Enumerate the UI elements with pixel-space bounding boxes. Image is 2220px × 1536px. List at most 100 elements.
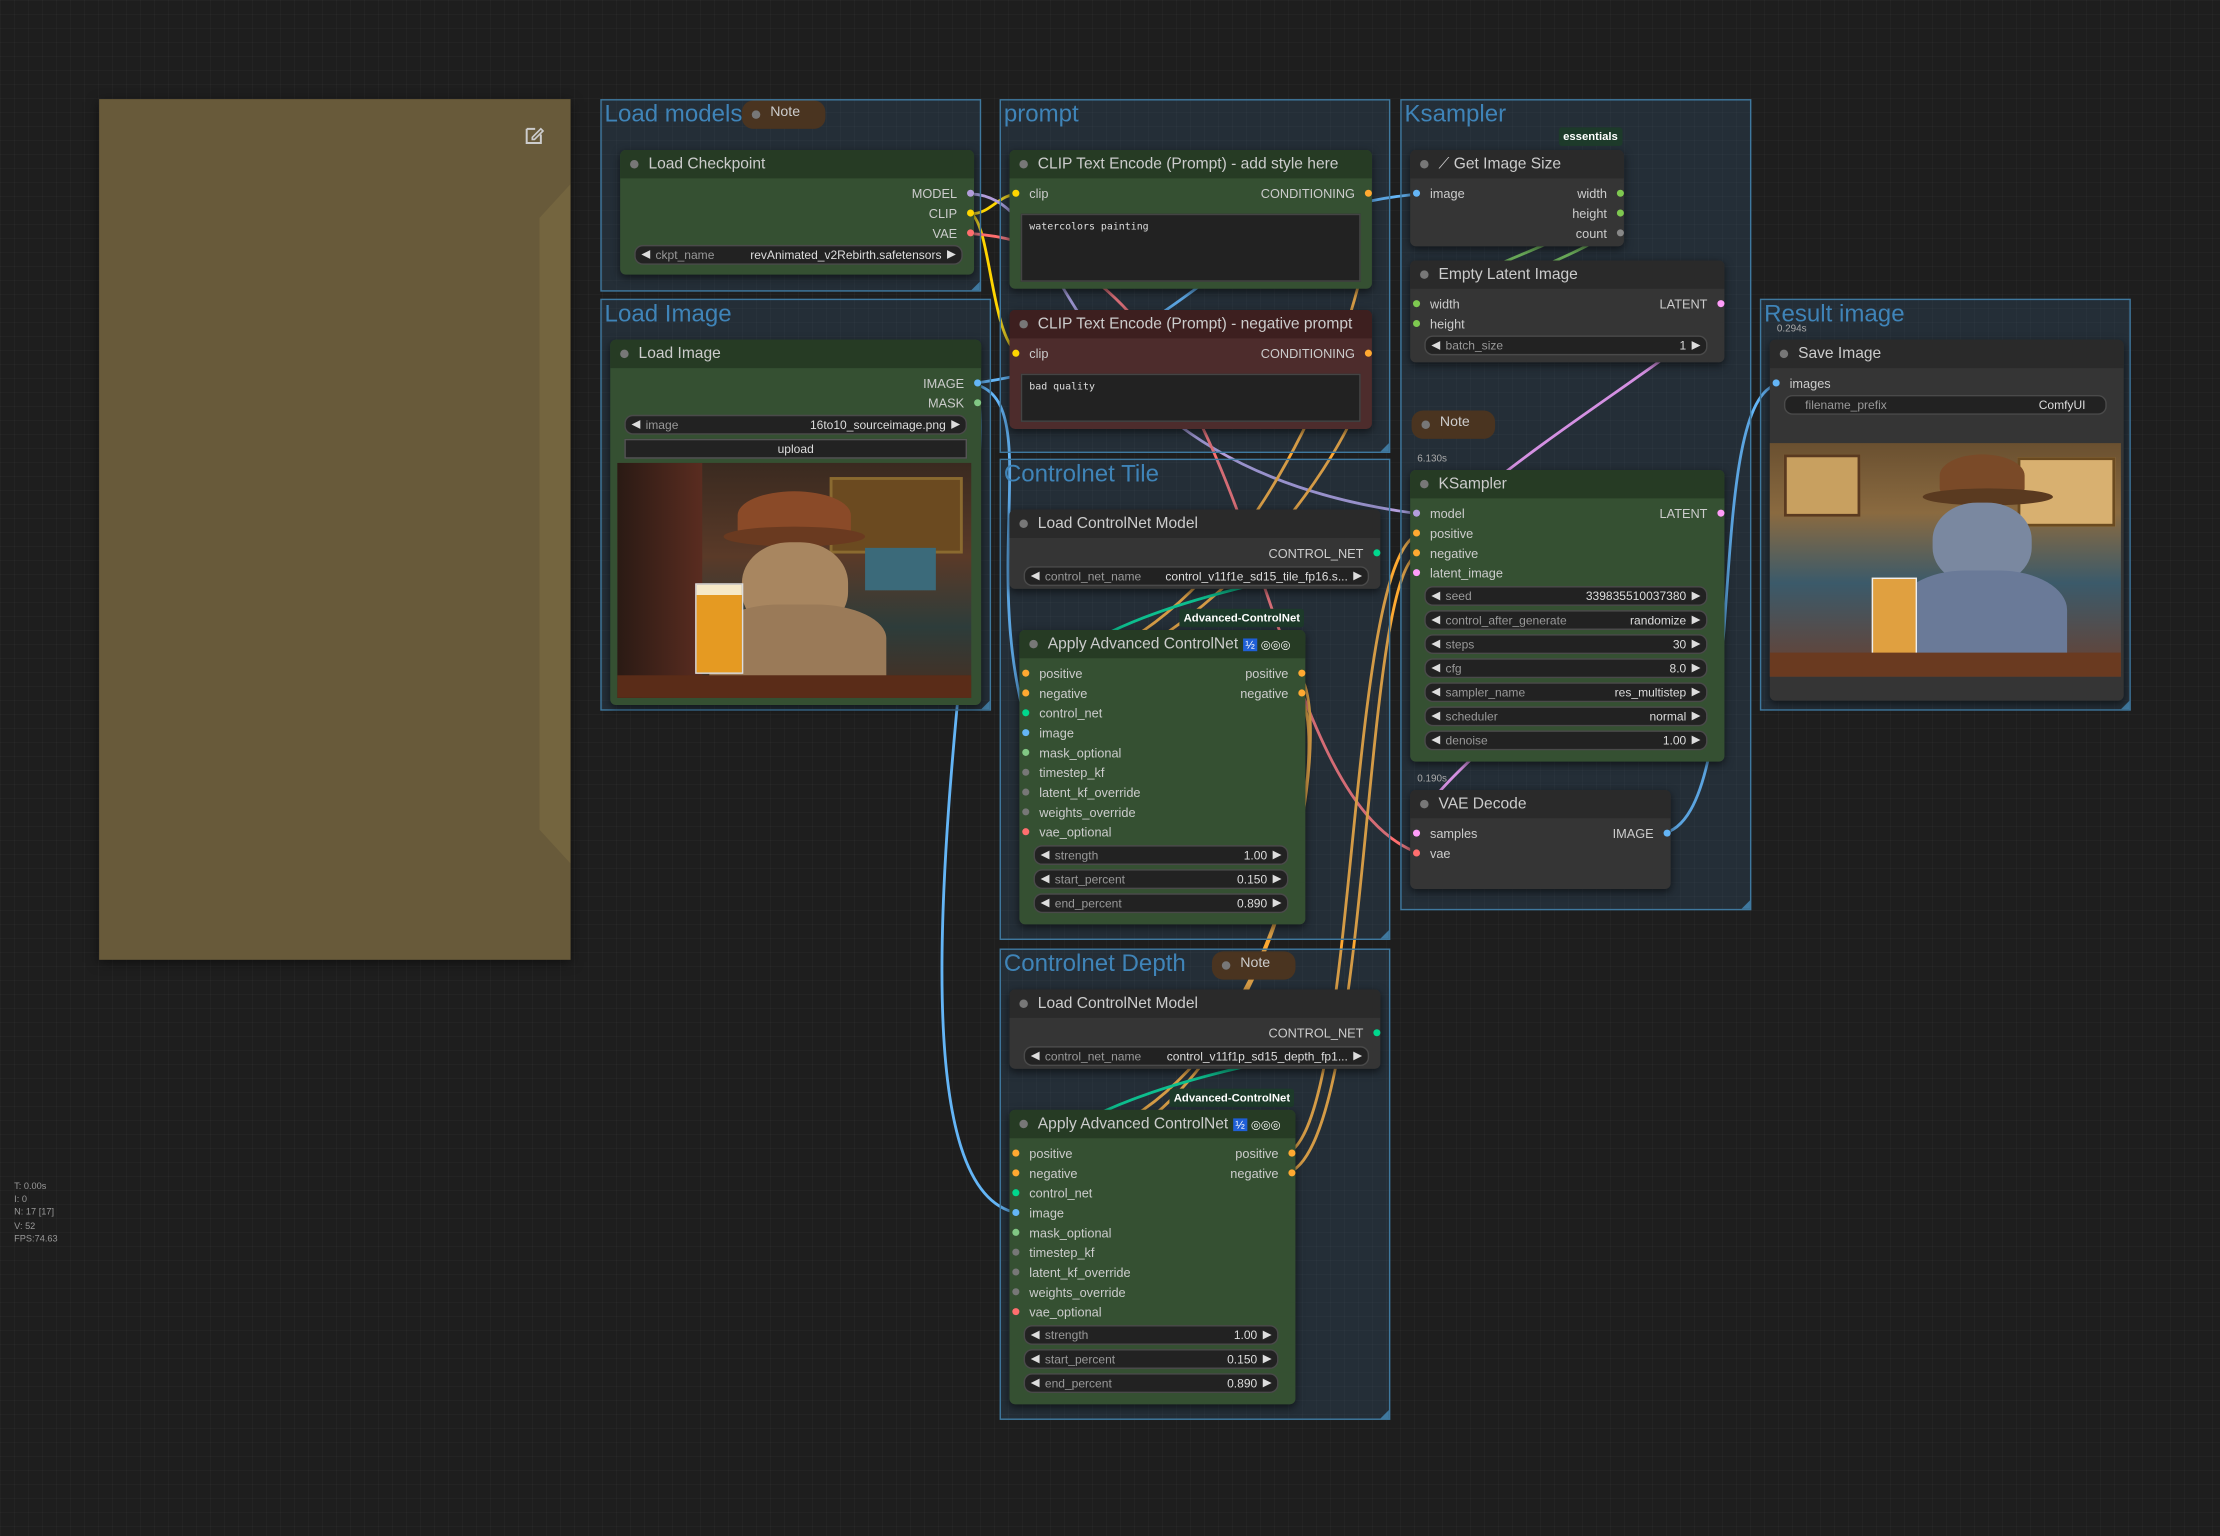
input-slot[interactable] [1012, 1208, 1020, 1217]
input-slot[interactable] [1412, 829, 1421, 837]
control-after-generate-widget[interactable]: ◀ control_after_generate randomize ▶ [1424, 610, 1708, 630]
denoise-widget[interactable]: ◀ denoise 1.00 ▶ [1424, 730, 1708, 751]
input-slot[interactable] [1412, 509, 1421, 517]
image-combo[interactable]: ◀ image 16to10_sourceimage.png ▶ [624, 414, 968, 435]
vae-decode-node[interactable]: VAE Decode samples vae IMAGE [1410, 789, 1671, 890]
output-slot[interactable] [1373, 549, 1381, 557]
output-slot[interactable] [974, 399, 982, 407]
input-slot[interactable] [1012, 1248, 1020, 1256]
control-net-name-combo[interactable]: ◀ control_net_name control_v11f1p_sd15_dep… [1023, 1046, 1370, 1066]
group-title: Load Image [604, 300, 732, 328]
prompt-textarea[interactable]: watercolors painting [1020, 213, 1361, 282]
input-slot[interactable] [1012, 1308, 1020, 1316]
output-slot[interactable] [1298, 689, 1306, 697]
load-image-node[interactable]: Load Image IMAGE MASK ◀ image 16to10_sourc… [610, 339, 982, 706]
input-slot[interactable] [1022, 828, 1030, 836]
input-slot[interactable] [1412, 569, 1421, 577]
output-slot[interactable] [1717, 509, 1725, 517]
start-percent-widget[interactable]: ◀ start_percent 0.150 ▶ [1033, 869, 1289, 890]
input-slot[interactable] [1022, 808, 1030, 816]
note-node[interactable]: Note [1411, 410, 1496, 439]
output-slot[interactable] [1288, 1169, 1296, 1177]
output-slot[interactable] [1663, 829, 1671, 837]
end-percent-widget[interactable]: ◀ end_percent 0.890 ▶ [1033, 893, 1289, 914]
result-image-preview [1769, 443, 2121, 677]
output-slot[interactable] [1364, 189, 1372, 197]
strength-widget[interactable]: ◀ strength 1.00 ▶ [1023, 1325, 1279, 1345]
steps-widget[interactable]: ◀ steps 30 ▶ [1424, 634, 1708, 655]
output-slot[interactable] [1364, 349, 1372, 357]
scheduler-widget[interactable]: ◀ scheduler normal ▶ [1424, 706, 1708, 727]
input-slot[interactable] [1412, 319, 1421, 328]
input-negative-label: negative [1029, 1166, 1078, 1181]
empty-latent-image-node[interactable]: Empty Latent Image width height LATENT ◀… [1410, 260, 1725, 363]
load-checkpoint-node[interactable]: Load Checkpoint MODEL CLIP VAE ◀ ckpt_nam… [620, 150, 975, 275]
input-slot[interactable] [1012, 1288, 1020, 1296]
ksampler-node[interactable]: KSampler model positive negative latent_… [1410, 470, 1725, 762]
input-slot[interactable] [1012, 1149, 1020, 1157]
apply-advanced-controlnet-tile-node[interactable]: Apply Advanced ControlNet ½ ◎◎◎ positive… [1019, 629, 1306, 925]
input-model-label: model [1429, 506, 1465, 521]
get-image-size-node[interactable]: ⟋ Get Image Size image width height coun… [1410, 150, 1624, 247]
ckpt-name-combo[interactable]: ◀ ckpt_name revAnimated_v2Rebirth.safetens… [634, 244, 963, 265]
input-slot[interactable] [1012, 349, 1020, 357]
load-controlnet-depth-node[interactable]: Load ControlNet Model CONTROL_NET ◀ contr… [1009, 989, 1381, 1069]
input-slot[interactable] [1012, 1169, 1020, 1177]
edit-icon[interactable] [522, 125, 545, 148]
node-graph-canvas[interactable]: Load models Load Image prompt Ksampler R… [0, 0, 2220, 1536]
input-slot[interactable] [1412, 549, 1421, 557]
input-slot[interactable] [1012, 189, 1020, 197]
upload-button[interactable]: upload [624, 438, 968, 459]
sampler-name-widget[interactable]: ◀ sampler_name res_multistep ▶ [1424, 682, 1708, 703]
output-slot[interactable] [1373, 1029, 1381, 1037]
output-control-net-label: CONTROL_NET [1268, 546, 1364, 561]
seed-widget[interactable]: ◀ seed 339835510037380 ▶ [1424, 586, 1708, 606]
output-slot[interactable] [967, 229, 975, 237]
input-slot[interactable] [1012, 1228, 1020, 1236]
input-slot[interactable] [1412, 849, 1421, 857]
input-slot[interactable] [1412, 529, 1421, 537]
load-controlnet-tile-node[interactable]: Load ControlNet Model CONTROL_NET ◀ contr… [1009, 509, 1381, 589]
note-panel[interactable] [99, 99, 571, 960]
control-net-name-combo[interactable]: ◀ control_net_name control_v11f1e_sd15_til… [1023, 566, 1370, 587]
input-positive-label: positive [1029, 1146, 1073, 1161]
output-slot[interactable] [967, 209, 975, 217]
input-slot[interactable] [1022, 748, 1030, 756]
output-latent-label: LATENT [1659, 506, 1708, 521]
input-slot[interactable] [1412, 189, 1421, 197]
output-slot[interactable] [1288, 1149, 1296, 1157]
input-timestep-label: timestep_kf [1029, 1245, 1095, 1260]
input-slot[interactable] [1012, 1189, 1020, 1197]
strength-widget[interactable]: ◀ strength 1.00 ▶ [1033, 845, 1289, 865]
batch-size-number[interactable]: ◀ batch_size 1 ▶ [1424, 335, 1708, 356]
note-node[interactable]: Note [1211, 951, 1296, 980]
input-slot[interactable] [1022, 729, 1030, 737]
output-slot[interactable] [967, 189, 975, 197]
input-slot[interactable] [1022, 669, 1030, 677]
output-slot[interactable] [1717, 300, 1725, 308]
input-slot[interactable] [1412, 300, 1421, 308]
cfg-widget[interactable]: ◀ cfg 8.0 ▶ [1424, 658, 1708, 679]
stat-time: T: 0.00s [14, 1182, 47, 1192]
input-slot[interactable] [1022, 788, 1030, 796]
input-slot[interactable] [1022, 768, 1030, 776]
clip-text-encode-positive-node[interactable]: CLIP Text Encode (Prompt) - add style he… [1009, 150, 1372, 289]
input-slot[interactable] [1012, 1268, 1020, 1276]
filename-prefix-widget[interactable]: filename_prefix ComfyUI [1783, 394, 2107, 415]
output-slot[interactable] [1616, 189, 1624, 197]
output-slot[interactable] [1298, 669, 1306, 677]
input-slot[interactable] [1022, 689, 1030, 697]
end-percent-widget[interactable]: ◀ end_percent 0.890 ▶ [1023, 1373, 1279, 1394]
input-slot[interactable] [1022, 709, 1030, 717]
save-image-node[interactable]: Save Image images filename_prefix ComfyUI [1769, 339, 2124, 701]
output-slot[interactable] [974, 379, 982, 387]
output-slot[interactable] [1616, 229, 1624, 237]
start-percent-widget[interactable]: ◀ start_percent 0.150 ▶ [1023, 1349, 1279, 1369]
clip-text-encode-negative-node[interactable]: CLIP Text Encode (Prompt) - negative pro… [1009, 310, 1372, 429]
output-slot[interactable] [1616, 209, 1624, 217]
input-slot[interactable] [1772, 379, 1780, 387]
output-negative-label: negative [1230, 1166, 1279, 1181]
negative-prompt-textarea[interactable]: bad quality [1020, 373, 1361, 422]
note-node[interactable]: Note [741, 100, 826, 129]
apply-advanced-controlnet-depth-node[interactable]: Apply Advanced ControlNet ½ ◎◎◎ positive… [1009, 1109, 1296, 1405]
